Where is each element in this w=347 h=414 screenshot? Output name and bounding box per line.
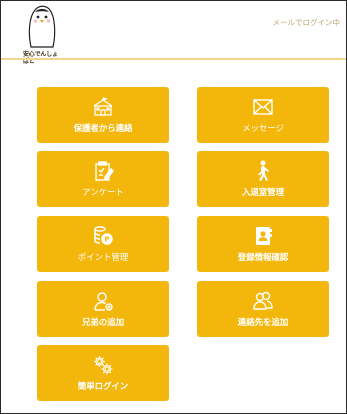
menu-tile-entry-exit[interactable]: 入退室管理 bbox=[197, 151, 329, 207]
school-building-icon bbox=[91, 95, 115, 119]
menu-tile-easy-login[interactable]: 簡単ログイン bbox=[37, 345, 169, 401]
two-persons-icon bbox=[251, 289, 275, 313]
svg-text:P: P bbox=[104, 236, 109, 244]
menu-tile-label: 簡単ログイン bbox=[77, 382, 129, 392]
clipboard-edit-icon bbox=[91, 159, 115, 183]
menu-tile-add-sibling[interactable]: 兄弟の追加 bbox=[37, 281, 169, 337]
contact-card-icon bbox=[251, 224, 275, 248]
envelope-icon bbox=[251, 95, 275, 119]
menu-tile-add-contact[interactable]: 連絡先を追加 bbox=[197, 281, 329, 337]
menu-tile-label: 連絡先を追加 bbox=[237, 318, 289, 328]
menu-tile-label: 登録情報確認 bbox=[237, 253, 289, 263]
coins-icon: P bbox=[91, 224, 115, 248]
gears-icon bbox=[91, 353, 115, 377]
app-frame: 安心でんしょばと メールでログイン中 保護者から連絡 メッセージ アンケート 入… bbox=[0, 0, 347, 414]
header: 安心でんしょばと メールでログイン中 bbox=[1, 1, 346, 65]
menu-tile-parent-contact[interactable]: 保護者から連絡 bbox=[37, 87, 169, 143]
menu-tile-messages[interactable]: メッセージ bbox=[197, 87, 329, 143]
menu-tile-label: 保護者から連絡 bbox=[73, 124, 133, 134]
walking-person-icon bbox=[251, 159, 275, 183]
menu-tile-label: ポイント管理 bbox=[77, 253, 129, 263]
menu-tile-registration-info[interactable]: 登録情報確認 bbox=[197, 216, 329, 272]
menu-tile-label: メッセージ bbox=[242, 124, 284, 134]
header-divider bbox=[1, 58, 346, 60]
menu-tile-points[interactable]: P ポイント管理 bbox=[37, 216, 169, 272]
person-add-icon bbox=[91, 289, 115, 313]
menu-tile-label: 兄弟の追加 bbox=[81, 318, 124, 328]
menu-tile-label: 入退室管理 bbox=[241, 188, 284, 198]
login-status: メールでログイン中 bbox=[272, 18, 341, 27]
logo-mascot-icon[interactable] bbox=[27, 3, 57, 49]
menu-tile-survey[interactable]: アンケート bbox=[37, 151, 169, 207]
menu-tile-label: アンケート bbox=[82, 188, 124, 198]
